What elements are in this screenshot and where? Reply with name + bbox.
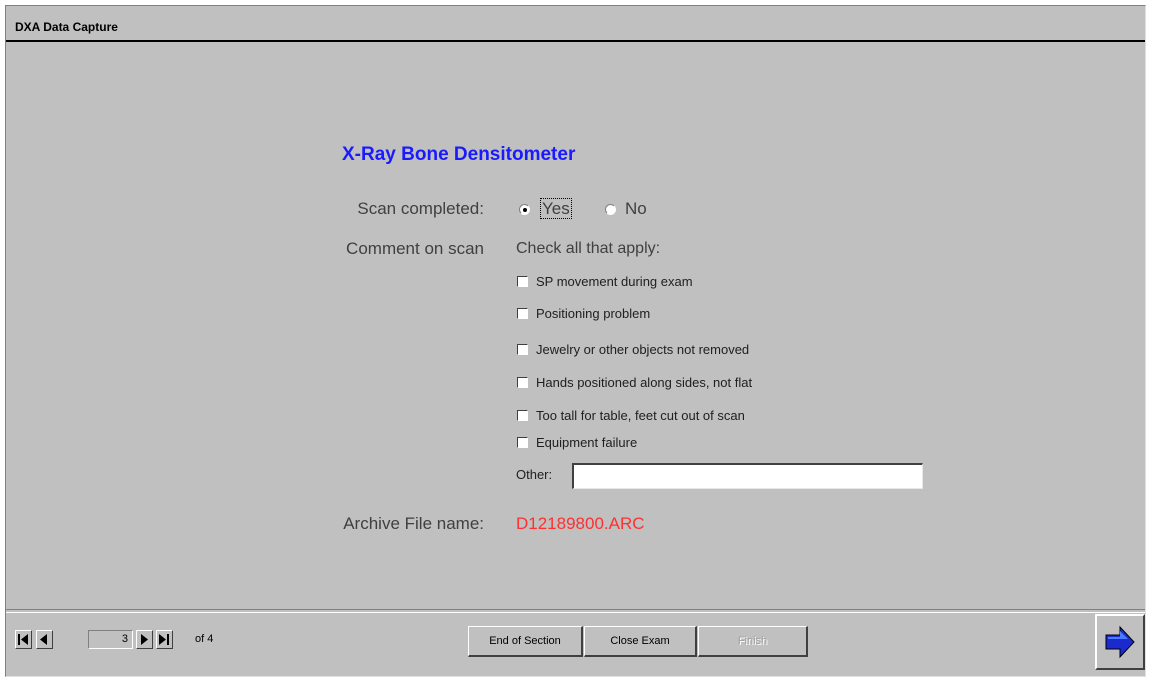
checkbox-box[interactable] xyxy=(517,437,528,448)
end-of-section-button[interactable]: End of Section xyxy=(468,626,583,657)
checkbox-label: Jewelry or other objects not removed xyxy=(536,342,750,357)
window-title: DXA Data Capture xyxy=(15,20,118,34)
next-icon xyxy=(141,634,148,645)
check-all-help: Check all that apply: xyxy=(516,240,661,257)
finish-button[interactable]: Finish xyxy=(698,626,808,657)
checkbox-label: Hands positioned along sides, not flat xyxy=(536,375,753,390)
previous-record-button[interactable] xyxy=(36,630,53,649)
radio-yes[interactable] xyxy=(519,204,530,215)
other-input[interactable] xyxy=(572,463,923,489)
first-record-button[interactable] xyxy=(15,630,32,649)
next-section-button[interactable] xyxy=(1095,614,1145,670)
next-record-button[interactable] xyxy=(136,630,153,649)
archive-file-label: Archive File name: xyxy=(343,514,484,533)
previous-icon xyxy=(40,634,47,645)
dxa-data-capture-window: DXA Data Capture X-Ray Bone Densitometer… xyxy=(5,5,1146,677)
checkbox-box[interactable] xyxy=(517,410,528,421)
last-record-button[interactable] xyxy=(156,630,173,649)
radio-no[interactable] xyxy=(605,204,616,215)
first-record-icon xyxy=(18,634,28,645)
radio-selected-dot xyxy=(523,208,527,212)
radio-yes-text: Yes xyxy=(540,198,572,219)
comment-on-scan-label: Comment on scan xyxy=(346,239,484,258)
title-bar: DXA Data Capture xyxy=(6,6,1145,42)
radio-yes-label[interactable]: Yes xyxy=(540,198,572,219)
other-label: Other: xyxy=(516,467,553,482)
radio-no-label[interactable]: No xyxy=(625,199,647,219)
archive-file-value: D12189800.ARC xyxy=(516,514,645,533)
page-number-field[interactable]: 3 xyxy=(88,630,133,649)
arrow-right-icon xyxy=(1105,625,1135,659)
footer-divider xyxy=(6,609,1145,613)
last-record-icon xyxy=(159,634,169,645)
checkbox-box[interactable] xyxy=(517,276,528,287)
checkbox-label: SP movement during exam xyxy=(536,274,693,289)
page-total-label: of 4 xyxy=(195,633,214,645)
checkbox-label: Positioning problem xyxy=(536,306,651,321)
scan-completed-label: Scan completed: xyxy=(357,199,484,218)
finish-button-label: Finish xyxy=(737,635,768,647)
checkbox-label: Too tall for table, feet cut out of scan xyxy=(536,408,745,423)
checkbox-box[interactable] xyxy=(517,308,528,319)
form-heading: X-Ray Bone Densitometer xyxy=(342,144,576,165)
checkbox-label: Equipment failure xyxy=(536,435,638,450)
checkbox-box[interactable] xyxy=(517,377,528,388)
checkbox-box[interactable] xyxy=(517,344,528,355)
close-exam-button[interactable]: Close Exam xyxy=(584,626,697,657)
